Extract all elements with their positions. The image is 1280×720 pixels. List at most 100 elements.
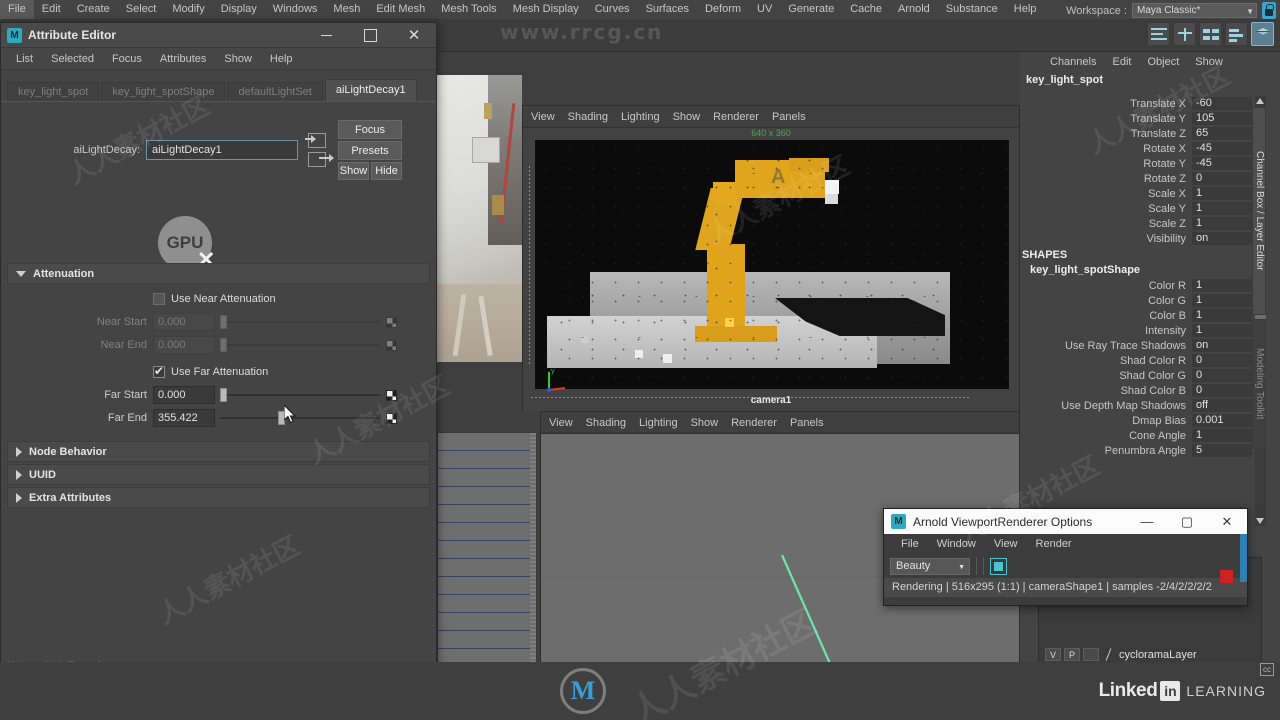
menu-item-modify[interactable]: Modify [164,0,212,19]
channel-row[interactable]: Rotate X -45 [1020,141,1252,156]
menu-item-display[interactable]: Display [213,0,265,19]
channel-box-attribute-list[interactable]: Translate X -60 Translate Y 105 Translate … [1020,96,1252,526]
channel-value[interactable]: 0.001 [1192,413,1252,428]
channel-value[interactable]: 0 [1192,171,1252,186]
channel-row[interactable]: Intensity 1 [1020,323,1252,338]
channel-row[interactable]: Dmap Bias 0.001 [1020,413,1252,428]
ae-menu-show[interactable]: Show [215,48,261,70]
channel-value[interactable]: 0 [1192,353,1252,368]
scroll-up-arrow-icon[interactable] [1256,98,1264,104]
show-button[interactable]: Show [338,162,369,180]
channel-value[interactable]: -60 [1192,96,1252,111]
menu-item-file[interactable]: File [0,0,34,19]
node-behavior-section[interactable]: Node Behavior [7,441,430,462]
vp-top-menu-show[interactable]: Show [673,111,701,123]
menu-item-edit-mesh[interactable]: Edit Mesh [368,0,433,19]
channel-row[interactable]: Use Ray Trace Shadows on [1020,338,1252,353]
vp-bot-menu-renderer[interactable]: Renderer [731,417,777,429]
ae-menu-help[interactable]: Help [261,48,302,70]
channel-row[interactable]: Color B 1 [1020,308,1252,323]
layer-name[interactable]: cycloramaLayer [1119,649,1197,661]
channel-row[interactable]: Visibility on [1020,231,1252,246]
stop-render-button[interactable] [1220,570,1233,583]
hide-button[interactable]: Hide [371,162,402,180]
layer-playback-toggle[interactable]: P [1064,648,1080,661]
channel-box-toggle[interactable] [1225,22,1248,46]
arnold-scroll-indicator[interactable] [1240,534,1247,582]
channel-row[interactable]: Rotate Y -45 [1020,156,1252,171]
focus-button[interactable]: Focus [338,120,402,139]
menu-item-select[interactable]: Select [118,0,165,19]
vp-top-menu-lighting[interactable]: Lighting [621,111,660,123]
near-start-slider[interactable] [220,313,380,331]
attenuation-section-header[interactable]: Attenuation [8,264,429,283]
cb-menu-edit[interactable]: Edit [1104,56,1139,68]
menu-item-help[interactable]: Help [1006,0,1045,19]
channel-row[interactable]: Scale Z 1 [1020,216,1252,231]
list-item[interactable] [438,559,536,577]
input-connection-icon[interactable] [305,133,326,148]
far-start-texture-button[interactable] [386,389,397,401]
list-item[interactable] [438,433,536,451]
list-item[interactable] [438,577,536,595]
output-connection-icon[interactable] [308,152,334,167]
aov-dropdown[interactable]: Beauty [890,557,970,575]
near-end-texture-button[interactable] [386,339,397,351]
menu-item-mesh-tools[interactable]: Mesh Tools [433,0,504,19]
near-end-slider[interactable] [220,336,380,354]
vp-bot-menu-view[interactable]: View [549,417,573,429]
close-button[interactable]: ✕ [392,23,436,48]
arnold-minimize-button[interactable]: — [1127,509,1167,534]
channel-row[interactable]: Color R 1 [1020,278,1252,293]
node-name-input[interactable]: aiLightDecay1 [146,140,298,160]
rigging-toolkit-button[interactable] [1173,22,1196,46]
lock-icon[interactable] [1262,2,1276,19]
menu-item-deform[interactable]: Deform [697,0,749,19]
channel-value[interactable]: 65 [1192,126,1252,141]
channel-row[interactable]: Shad Color R 0 [1020,353,1252,368]
ae-menu-list[interactable]: List [7,48,42,70]
minimize-button[interactable] [304,23,348,48]
tab-key-light-spotshape[interactable]: key_light_spotShape [101,82,226,101]
vp-bot-menu-panels[interactable]: Panels [790,417,824,429]
vtab-modeling-toolkit[interactable]: Modeling Toolkit [1252,319,1266,449]
channel-value[interactable]: 1 [1192,428,1252,443]
list-item[interactable] [438,487,536,505]
extra-attributes-header[interactable]: Extra Attributes [8,488,429,507]
menu-item-mesh[interactable]: Mesh [325,0,368,19]
far-end-slider[interactable] [220,409,380,427]
channel-value[interactable]: on [1192,338,1252,353]
vp-top-menu-panels[interactable]: Panels [772,111,806,123]
ae-menu-attributes[interactable]: Attributes [151,48,215,70]
ae-menu-selected[interactable]: Selected [42,48,103,70]
tab-default-light-set[interactable]: defaultLightSet [227,82,323,101]
tab-key-light-spot[interactable]: key_light_spot [7,82,100,101]
menu-item-windows[interactable]: Windows [265,0,326,19]
channel-value[interactable]: on [1192,231,1252,246]
near-start-texture-button[interactable] [386,316,397,328]
channel-row[interactable]: Translate X -60 [1020,96,1252,111]
ae-menu-focus[interactable]: Focus [103,48,151,70]
far-start-slider[interactable] [220,386,380,404]
cb-menu-channels[interactable]: Channels [1042,56,1104,68]
menu-item-edit[interactable]: Edit [34,0,69,19]
far-end-texture-button[interactable] [386,412,397,424]
channel-row[interactable]: Translate Y 105 [1020,111,1252,126]
list-item[interactable] [438,595,536,613]
channel-value[interactable]: 1 [1192,293,1252,308]
use-near-attenuation-checkbox[interactable] [153,293,165,305]
channel-row[interactable]: Use Depth Map Shadows off [1020,398,1252,413]
channel-value[interactable]: off [1192,398,1252,413]
workspace-dropdown[interactable]: Maya Classic* ▼ [1132,3,1257,18]
far-start-input[interactable]: 0.000 [153,386,215,404]
list-item[interactable] [438,631,536,649]
vp-bot-menu-shading[interactable]: Shading [586,417,626,429]
channel-value[interactable]: 1 [1192,186,1252,201]
extra-attributes-section[interactable]: Extra Attributes [7,487,430,508]
menu-item-curves[interactable]: Curves [587,0,638,19]
channel-value[interactable]: -45 [1192,141,1252,156]
channel-row[interactable]: Cone Angle 1 [1020,428,1252,443]
channel-row[interactable]: Shad Color G 0 [1020,368,1252,383]
uuid-section[interactable]: UUID [7,464,430,485]
node-behavior-header[interactable]: Node Behavior [8,442,429,461]
